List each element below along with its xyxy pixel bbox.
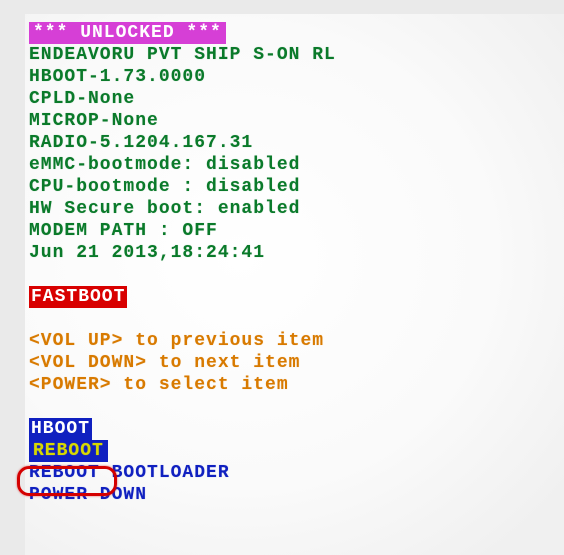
device-info-line: ENDEAVORU PVT SHIP S-ON RL: [29, 44, 564, 66]
menu-hboot-row[interactable]: HBOOT: [29, 418, 564, 440]
spacer: [29, 264, 564, 286]
spacer: [29, 308, 564, 330]
menu-item-hboot[interactable]: HBOOT: [29, 418, 92, 440]
help-select: <POWER> to select item: [29, 374, 564, 396]
cpu-bootmode: CPU-bootmode : disabled: [29, 176, 564, 198]
build-date: Jun 21 2013,18:24:41: [29, 242, 564, 264]
menu-reboot-row[interactable]: REBOOT: [29, 440, 564, 462]
microp-info: MICROP-None: [29, 110, 564, 132]
radio-info: RADIO-5.1204.167.31: [29, 132, 564, 154]
unlocked-label: *** UNLOCKED ***: [29, 22, 226, 44]
secure-boot: HW Secure boot: enabled: [29, 198, 564, 220]
emmc-bootmode: eMMC-bootmode: disabled: [29, 154, 564, 176]
bootloader-screen: *** UNLOCKED *** ENDEAVORU PVT SHIP S-ON…: [25, 14, 564, 555]
menu-item-reboot-selected[interactable]: REBOOT: [29, 440, 108, 462]
unlocked-banner: *** UNLOCKED ***: [29, 22, 564, 44]
bootloader-screenshot: *** UNLOCKED *** ENDEAVORU PVT SHIP S-ON…: [0, 0, 564, 555]
help-prev: <VOL UP> to previous item: [29, 330, 564, 352]
mode-row: FASTBOOT: [29, 286, 564, 308]
cpld-info: CPLD-None: [29, 88, 564, 110]
menu-item-reboot-bootloader[interactable]: REBOOT BOOTLOADER: [29, 462, 564, 484]
modem-path: MODEM PATH : OFF: [29, 220, 564, 242]
spacer: [29, 396, 564, 418]
hboot-version: HBOOT-1.73.0000: [29, 66, 564, 88]
menu-item-power-down[interactable]: POWER DOWN: [29, 484, 564, 506]
help-next: <VOL DOWN> to next item: [29, 352, 564, 374]
fastboot-mode-label: FASTBOOT: [29, 286, 127, 308]
